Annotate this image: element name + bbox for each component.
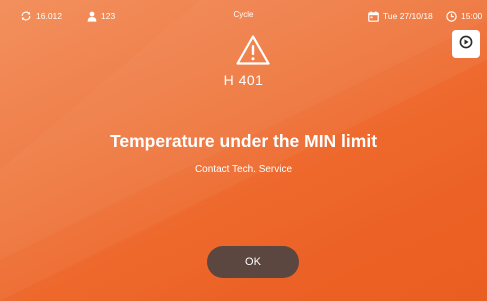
date-display: Tue 27/10/18 — [368, 9, 433, 23]
ok-button[interactable]: OK — [207, 246, 299, 278]
alarm-title: Temperature under the MIN limit — [109, 131, 378, 151]
status-bar: 16.012 123 Cycle Tue 27/10/18 15:00 — [0, 0, 487, 32]
alarm-message: Contact Tech. Service — [194, 164, 293, 175]
date-value: Tue 27/10/18 — [383, 11, 433, 21]
clock-icon — [446, 10, 457, 22]
ok-button-label: OK — [245, 256, 261, 268]
alarm-screen: 16.012 123 Cycle Tue 27/10/18 15:00 H 40… — [0, 0, 487, 301]
play-button[interactable] — [452, 30, 480, 58]
play-circle-icon — [459, 35, 473, 54]
time-value: 15:00 — [461, 11, 483, 21]
warning-triangle-icon — [235, 34, 271, 66]
alarm-code: H 401 — [223, 72, 264, 88]
calendar-icon — [368, 10, 379, 22]
time-display: 15:00 — [446, 9, 482, 23]
